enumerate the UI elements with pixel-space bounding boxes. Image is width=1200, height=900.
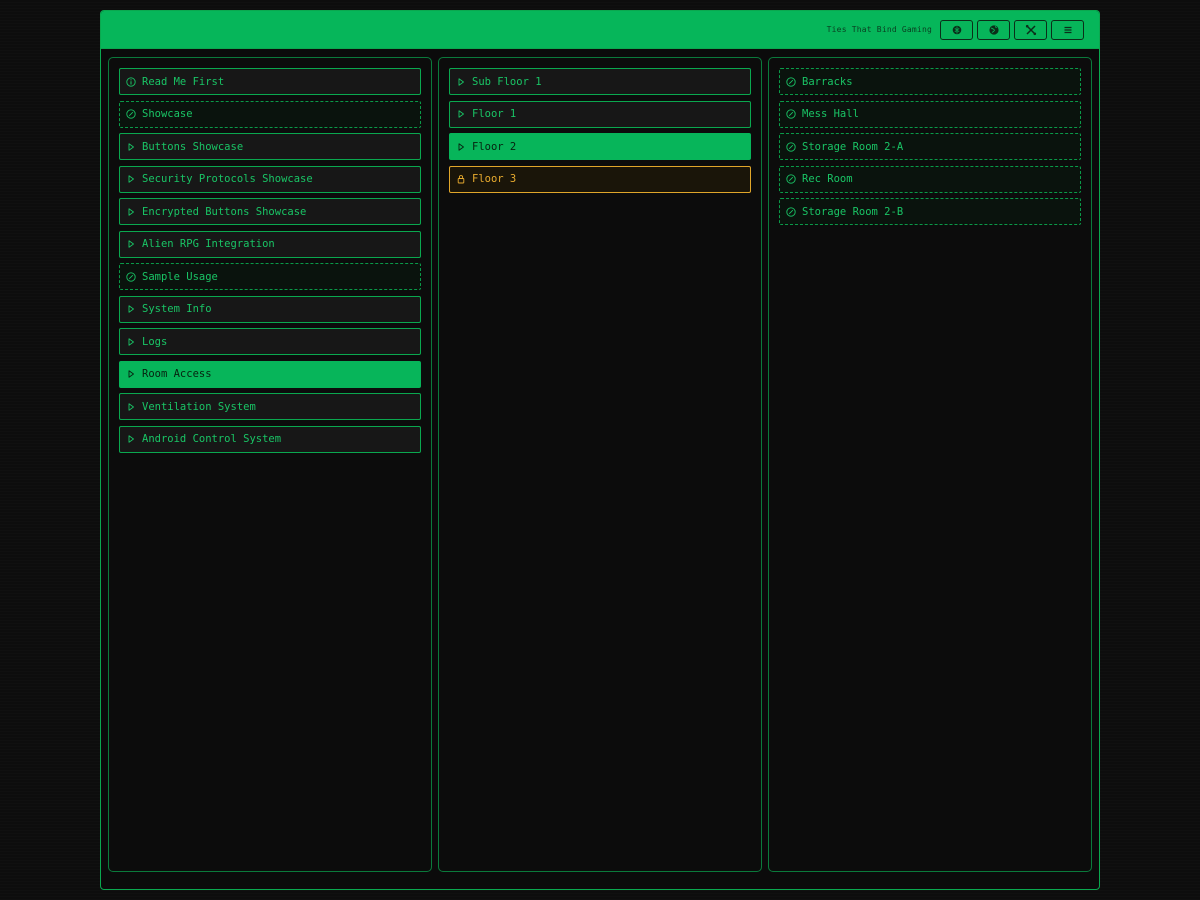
menu-item-buttons-showcase[interactable]: Buttons Showcase <box>119 133 421 160</box>
play-icon <box>126 207 136 217</box>
brain-button[interactable] <box>940 20 973 40</box>
rooms-panel: Barracks Mess Hall Storage Room 2-A Rec Roo… <box>768 57 1092 872</box>
menu-item-label: Alien RPG Integration <box>142 238 275 250</box>
terminal-window: Ties That Bind Gaming Read Me First Show… <box>100 10 1100 890</box>
menu-item-read-me-first[interactable]: Read Me First <box>119 68 421 95</box>
menu-item-alien-rpg-integration[interactable]: Alien RPG Integration <box>119 230 421 258</box>
floor-item-sub-floor-1[interactable]: Sub Floor 1 <box>449 68 751 95</box>
floors-panel: Sub Floor 1 Floor 1 Floor 2 Floor 3 <box>438 57 762 872</box>
globe-button[interactable] <box>977 20 1010 40</box>
menu-item-sample-usage[interactable]: Sample Usage <box>119 263 421 290</box>
menu-item-label: Android Control System <box>142 433 282 445</box>
menu-item-security-protocols-showcase[interactable]: Security Protocols Showcase <box>119 165 421 193</box>
room-item-storage-room-2-b[interactable]: Storage Room 2-B <box>779 198 1081 225</box>
main-menu-panel: Read Me First Showcase Buttons Showcase Sec… <box>108 57 432 872</box>
menu-item-label: System Info <box>142 303 212 315</box>
play-icon <box>126 142 136 152</box>
menu-button[interactable] <box>1051 20 1084 40</box>
menu-item-label: Logs <box>142 335 168 348</box>
floor-item-label: Floor 2 <box>472 140 517 153</box>
room-item-barracks[interactable]: Barracks <box>779 68 1081 95</box>
menu-item-logs[interactable]: Logs <box>119 328 421 355</box>
play-icon <box>126 434 136 444</box>
room-item-label: Rec Room <box>802 173 853 185</box>
check-circle-icon <box>786 141 796 152</box>
play-icon <box>126 337 136 347</box>
top-bar: Ties That Bind Gaming <box>101 11 1099 49</box>
brand-label: Ties That Bind Gaming <box>826 25 932 34</box>
room-item-label: Storage Room 2-B <box>802 205 904 218</box>
room-item-storage-room-2-a[interactable]: Storage Room 2-A <box>779 133 1081 160</box>
menu-item-system-info[interactable]: System Info <box>119 295 421 323</box>
menu-item-label: Room Access <box>142 368 212 380</box>
room-item-label: Storage Room 2-A <box>802 140 904 153</box>
check-circle-icon <box>126 271 136 282</box>
menu-item-android-control-system[interactable]: Android Control System <box>119 425 421 453</box>
floor-item-floor-1[interactable]: Floor 1 <box>449 100 751 128</box>
check-circle-icon <box>126 109 136 119</box>
floor-item-floor-3[interactable]: Floor 3 <box>449 165 751 193</box>
tools-icon <box>1025 24 1036 36</box>
play-icon <box>126 304 136 314</box>
globe-icon <box>988 25 999 35</box>
floor-item-label: Sub Floor 1 <box>472 75 542 88</box>
play-icon <box>456 142 466 152</box>
menu-item-label: Buttons Showcase <box>142 140 244 153</box>
play-icon <box>126 239 136 249</box>
menu-item-ventilation-system[interactable]: Ventilation System <box>119 393 421 420</box>
room-item-mess-hall[interactable]: Mess Hall <box>779 100 1081 128</box>
menu-item-label: Ventilation System <box>142 400 256 413</box>
floor-item-floor-2[interactable]: Floor 2 <box>449 133 751 160</box>
play-icon <box>456 109 466 119</box>
tools-button[interactable] <box>1014 20 1047 40</box>
menu-item-encrypted-buttons-showcase[interactable]: Encrypted Buttons Showcase <box>119 198 421 225</box>
play-icon <box>126 402 136 412</box>
menu-item-label: Read Me First <box>142 75 225 88</box>
floor-item-label: Floor 3 <box>472 173 517 185</box>
play-icon <box>126 174 136 184</box>
menu-item-showcase[interactable]: Showcase <box>119 100 421 128</box>
check-circle-icon <box>786 76 796 87</box>
room-item-label: Mess Hall <box>802 108 859 120</box>
menu-item-label: Showcase <box>142 108 193 120</box>
menu-item-label: Security Protocols Showcase <box>142 173 313 185</box>
brain-icon <box>952 25 961 35</box>
check-circle-icon <box>786 206 796 217</box>
menu-item-room-access[interactable]: Room Access <box>119 360 421 388</box>
info-icon <box>126 76 136 87</box>
play-icon <box>456 77 466 87</box>
lock-icon <box>456 174 466 184</box>
room-item-label: Barracks <box>802 75 853 88</box>
menu-item-label: Sample Usage <box>142 270 218 283</box>
check-circle-icon <box>786 174 796 184</box>
menu-item-label: Encrypted Buttons Showcase <box>142 205 307 218</box>
menu-icon <box>1064 26 1071 34</box>
check-circle-icon <box>786 109 796 119</box>
room-item-rec-room[interactable]: Rec Room <box>779 165 1081 193</box>
floor-item-label: Floor 1 <box>472 108 517 120</box>
play-icon <box>126 369 136 379</box>
